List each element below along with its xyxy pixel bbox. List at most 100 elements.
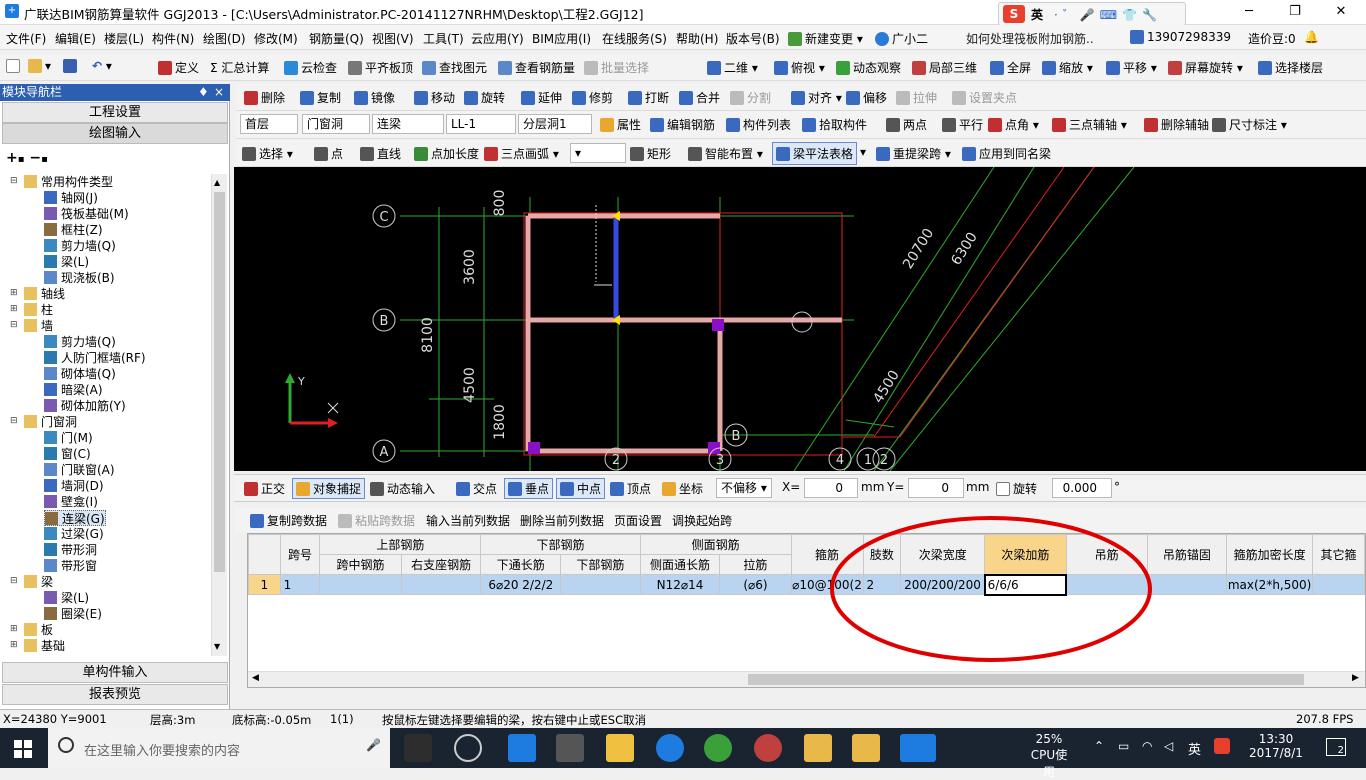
properties-button[interactable]: 属性 bbox=[600, 116, 641, 133]
network-icon[interactable]: ▭ bbox=[1118, 739, 1129, 753]
component-list-button[interactable]: 构件列表 bbox=[726, 116, 791, 133]
dynamic-input-toggle[interactable]: 动态输入 bbox=[370, 480, 435, 497]
tree-item[interactable]: 带形洞 bbox=[44, 542, 97, 558]
glodon-g-icon[interactable] bbox=[656, 734, 684, 762]
menu-edit[interactable]: 编辑(E) bbox=[55, 30, 96, 47]
tree-folder[interactable]: 基础 bbox=[24, 638, 65, 654]
tree-folder[interactable]: 轴线 bbox=[24, 286, 65, 302]
app-spiral-icon[interactable] bbox=[454, 734, 482, 762]
align-dropdown[interactable]: 对齐 ▾ bbox=[791, 89, 842, 106]
expand-all-icon[interactable]: +▪ −▪ bbox=[6, 150, 48, 166]
select-dropdown[interactable]: 选择 ▾ bbox=[242, 145, 293, 162]
tree-item[interactable]: 壁龛(I) bbox=[44, 494, 98, 510]
nav-scrollbar[interactable]: ▲ ▼ bbox=[211, 174, 227, 656]
category-select[interactable]: 门窗洞 bbox=[302, 114, 370, 134]
top-view-dropdown[interactable]: 俯视 ▾ bbox=[774, 59, 825, 76]
report-preview-button[interactable]: 报表预览 bbox=[2, 684, 228, 705]
layer-select[interactable]: 分层洞1 bbox=[518, 114, 592, 134]
bell-icon[interactable]: 🔔 bbox=[1304, 30, 1319, 44]
search-placeholder[interactable]: 在这里输入你要搜索的内容 bbox=[84, 740, 240, 759]
windows-start-icon[interactable] bbox=[14, 740, 32, 758]
point-length-button[interactable]: 点加长度 bbox=[414, 145, 479, 162]
pin-icon[interactable]: ♦ bbox=[198, 84, 209, 101]
tree-expander-icon[interactable]: ⊞ bbox=[10, 288, 18, 298]
menu-help[interactable]: 帮助(H) bbox=[676, 30, 718, 47]
cloud-check-button[interactable]: 云检查 bbox=[284, 59, 337, 76]
tree-expander-icon[interactable]: ⊟ bbox=[10, 176, 18, 186]
ime-tools-icon[interactable]: ·゛🎤⌨👕🔧 bbox=[1054, 6, 1162, 23]
cad-drawing-canvas[interactable]: C B A B 2 3 4 1 2 800 3600 8100 4500 180… bbox=[234, 167, 1366, 471]
close-panel-icon[interactable]: × bbox=[214, 84, 224, 101]
undo-icon[interactable]: ↶ ▾ bbox=[92, 59, 112, 73]
smart-layout-dropdown[interactable]: 智能布置 ▾ bbox=[688, 145, 763, 162]
tree-expander-icon[interactable]: ⊟ bbox=[10, 320, 18, 330]
ime-lang[interactable]: 英 bbox=[1031, 6, 1043, 23]
clock[interactable]: 13:30 2017/8/1 bbox=[1244, 732, 1308, 760]
cad-svg[interactable]: C B A B 2 3 4 1 2 800 3600 8100 4500 180… bbox=[234, 167, 1366, 471]
edit-rebar-button[interactable]: 编辑钢筋 bbox=[650, 116, 715, 133]
beam-table-button[interactable]: 梁平法表格 bbox=[772, 142, 858, 165]
menu-component[interactable]: 构件(N) bbox=[152, 30, 194, 47]
tree-item[interactable]: 窗(C) bbox=[44, 446, 91, 462]
tray-chevron-icon[interactable]: ⌃ bbox=[1094, 739, 1104, 753]
menu-version[interactable]: 版本号(B) bbox=[726, 30, 780, 47]
tree-item[interactable]: 门(M) bbox=[44, 430, 93, 446]
point-button[interactable]: 点 bbox=[314, 145, 343, 162]
sogou-tray-icon[interactable] bbox=[1214, 738, 1230, 754]
menu-floor[interactable]: 楼层(L) bbox=[104, 30, 144, 47]
volume-icon[interactable]: ◁ bbox=[1164, 739, 1173, 753]
close-button[interactable]: ✕ bbox=[1318, 0, 1364, 25]
menu-modify[interactable]: 修改(M) bbox=[254, 30, 298, 47]
coordinate-snap[interactable]: 坐标 bbox=[662, 480, 703, 497]
tree-folder[interactable]: 墙 bbox=[24, 318, 53, 334]
tree-expander-icon[interactable]: ⊟ bbox=[10, 576, 18, 586]
menu-rebar-qty[interactable]: 钢筋量(Q) bbox=[309, 30, 364, 47]
summary-calc-button[interactable]: Σ 汇总计算 bbox=[210, 59, 269, 76]
rotate-button[interactable]: 旋转 bbox=[464, 89, 505, 106]
tree-expander-icon[interactable]: ⊞ bbox=[10, 304, 18, 314]
menu-bim[interactable]: BIM应用(I) bbox=[532, 30, 591, 47]
help-app-icon[interactable] bbox=[852, 734, 880, 762]
task-view-icon[interactable] bbox=[404, 734, 432, 762]
tree-folder[interactable]: 板 bbox=[24, 622, 53, 638]
cell-hanger-anchor[interactable] bbox=[1146, 574, 1228, 595]
three-point-axis-button[interactable]: 三点辅轴 ▾ bbox=[1052, 116, 1127, 133]
menu-guangxiaoer[interactable]: 广小二 bbox=[875, 30, 928, 47]
tree-item[interactable]: 过梁(G) bbox=[44, 526, 104, 542]
tree-item[interactable]: 剪力墙(Q) bbox=[44, 238, 116, 254]
define-button[interactable]: 定义 bbox=[158, 59, 199, 76]
floor-select[interactable]: 首层 bbox=[240, 114, 298, 134]
notification-icon[interactable]: 2 bbox=[1326, 738, 1346, 756]
swap-start-span-button[interactable]: 调换起始跨 bbox=[672, 512, 732, 529]
name-select[interactable]: LL-1 bbox=[446, 114, 516, 134]
microphone-icon[interactable]: 🎤 bbox=[366, 738, 381, 752]
open-file-icon[interactable]: ▾ bbox=[28, 59, 51, 73]
move-button[interactable]: 移动 bbox=[414, 89, 455, 106]
extend-button[interactable]: 延伸 bbox=[521, 89, 562, 106]
midpoint-snap[interactable]: 中点 bbox=[556, 478, 606, 499]
copy-span-data-button[interactable]: 复制跨数据 bbox=[250, 512, 327, 529]
trim-button[interactable]: 修剪 bbox=[572, 89, 613, 106]
tray-ime[interactable]: 英 bbox=[1188, 739, 1201, 758]
row-index-cell[interactable]: 1 bbox=[248, 574, 281, 595]
ime-toolbar[interactable]: S 英 ·゛🎤⌨👕🔧 bbox=[998, 2, 1186, 26]
cell-bottom-rebar[interactable] bbox=[560, 574, 641, 595]
green-app-icon[interactable] bbox=[704, 734, 732, 762]
input-column-data-button[interactable]: 输入当前列数据 bbox=[426, 512, 510, 529]
rectangle-button[interactable]: 矩形 bbox=[630, 145, 671, 162]
wifi-icon[interactable]: ◠ bbox=[1142, 739, 1152, 753]
pan-dropdown[interactable]: 平移 ▾ bbox=[1106, 59, 1157, 76]
tree-folder[interactable]: 门窗洞 bbox=[24, 414, 77, 430]
help-question-link[interactable]: 如何处理筏板附加钢筋.. bbox=[966, 30, 1094, 47]
menu-view[interactable]: 视图(V) bbox=[372, 30, 414, 47]
beam-table-more-dropdown[interactable]: ▾ bbox=[860, 145, 866, 159]
two-points-button[interactable]: 两点 bbox=[886, 116, 927, 133]
select-floor-button[interactable]: 选择楼层 bbox=[1258, 59, 1323, 76]
menu-online[interactable]: 在线服务(S) bbox=[602, 30, 667, 47]
cell-span-no[interactable]: 1 bbox=[279, 574, 321, 595]
apply-same-beam-button[interactable]: 应用到同名梁 bbox=[962, 145, 1051, 162]
cell-side-through-rebar[interactable]: N12⌀14 bbox=[639, 574, 721, 595]
delete-axis-button[interactable]: 删除辅轴 bbox=[1144, 116, 1209, 133]
store-icon[interactable] bbox=[556, 734, 584, 762]
page-setup-button[interactable]: 页面设置 bbox=[614, 512, 662, 529]
